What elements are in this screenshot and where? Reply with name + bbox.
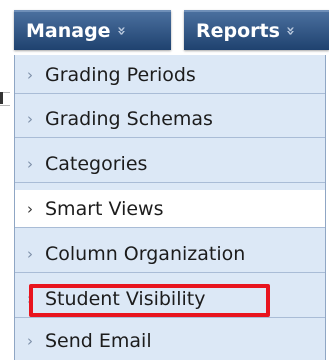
chevron-right-icon: › (27, 65, 33, 84)
menu-item-label: Send Email (45, 330, 152, 352)
menu-item-label: Smart Views (45, 197, 164, 220)
menu-item-send-email[interactable]: › Send Email (15, 322, 325, 360)
chevron-down-icon: » (281, 26, 300, 36)
highlight-annotation-box (29, 284, 270, 317)
chevron-right-icon: › (27, 244, 33, 263)
chevron-right-icon: › (27, 109, 33, 128)
menu-item-smart-views[interactable]: › Smart Views (15, 190, 325, 228)
tab-manage-label: Manage (26, 20, 111, 42)
menu-item-grading-periods[interactable]: › Grading Periods (15, 56, 325, 94)
menu-item-label: Column Organization (45, 242, 246, 265)
menu-item-grading-schemas[interactable]: › Grading Schemas (15, 100, 325, 138)
chevron-right-icon: › (27, 199, 33, 218)
menu-item-categories[interactable]: › Categories (15, 145, 325, 183)
chevron-right-icon: › (27, 332, 33, 350)
menu-item-column-organization[interactable]: › Column Organization (15, 235, 325, 273)
menu-item-label: Grading Schemas (45, 107, 213, 130)
menu-item-label: Grading Periods (45, 63, 196, 86)
chevron-right-icon: › (27, 154, 33, 173)
chevron-down-icon: » (112, 26, 131, 36)
tab-manage[interactable]: Manage » (14, 10, 171, 50)
menu-item-label: Categories (45, 152, 148, 175)
tab-reports-label: Reports (196, 20, 280, 42)
tab-reports[interactable]: Reports » (184, 10, 329, 50)
divider (0, 105, 10, 106)
background-text-fragment (0, 92, 3, 104)
top-tab-bar: Manage » Reports » (0, 0, 329, 55)
